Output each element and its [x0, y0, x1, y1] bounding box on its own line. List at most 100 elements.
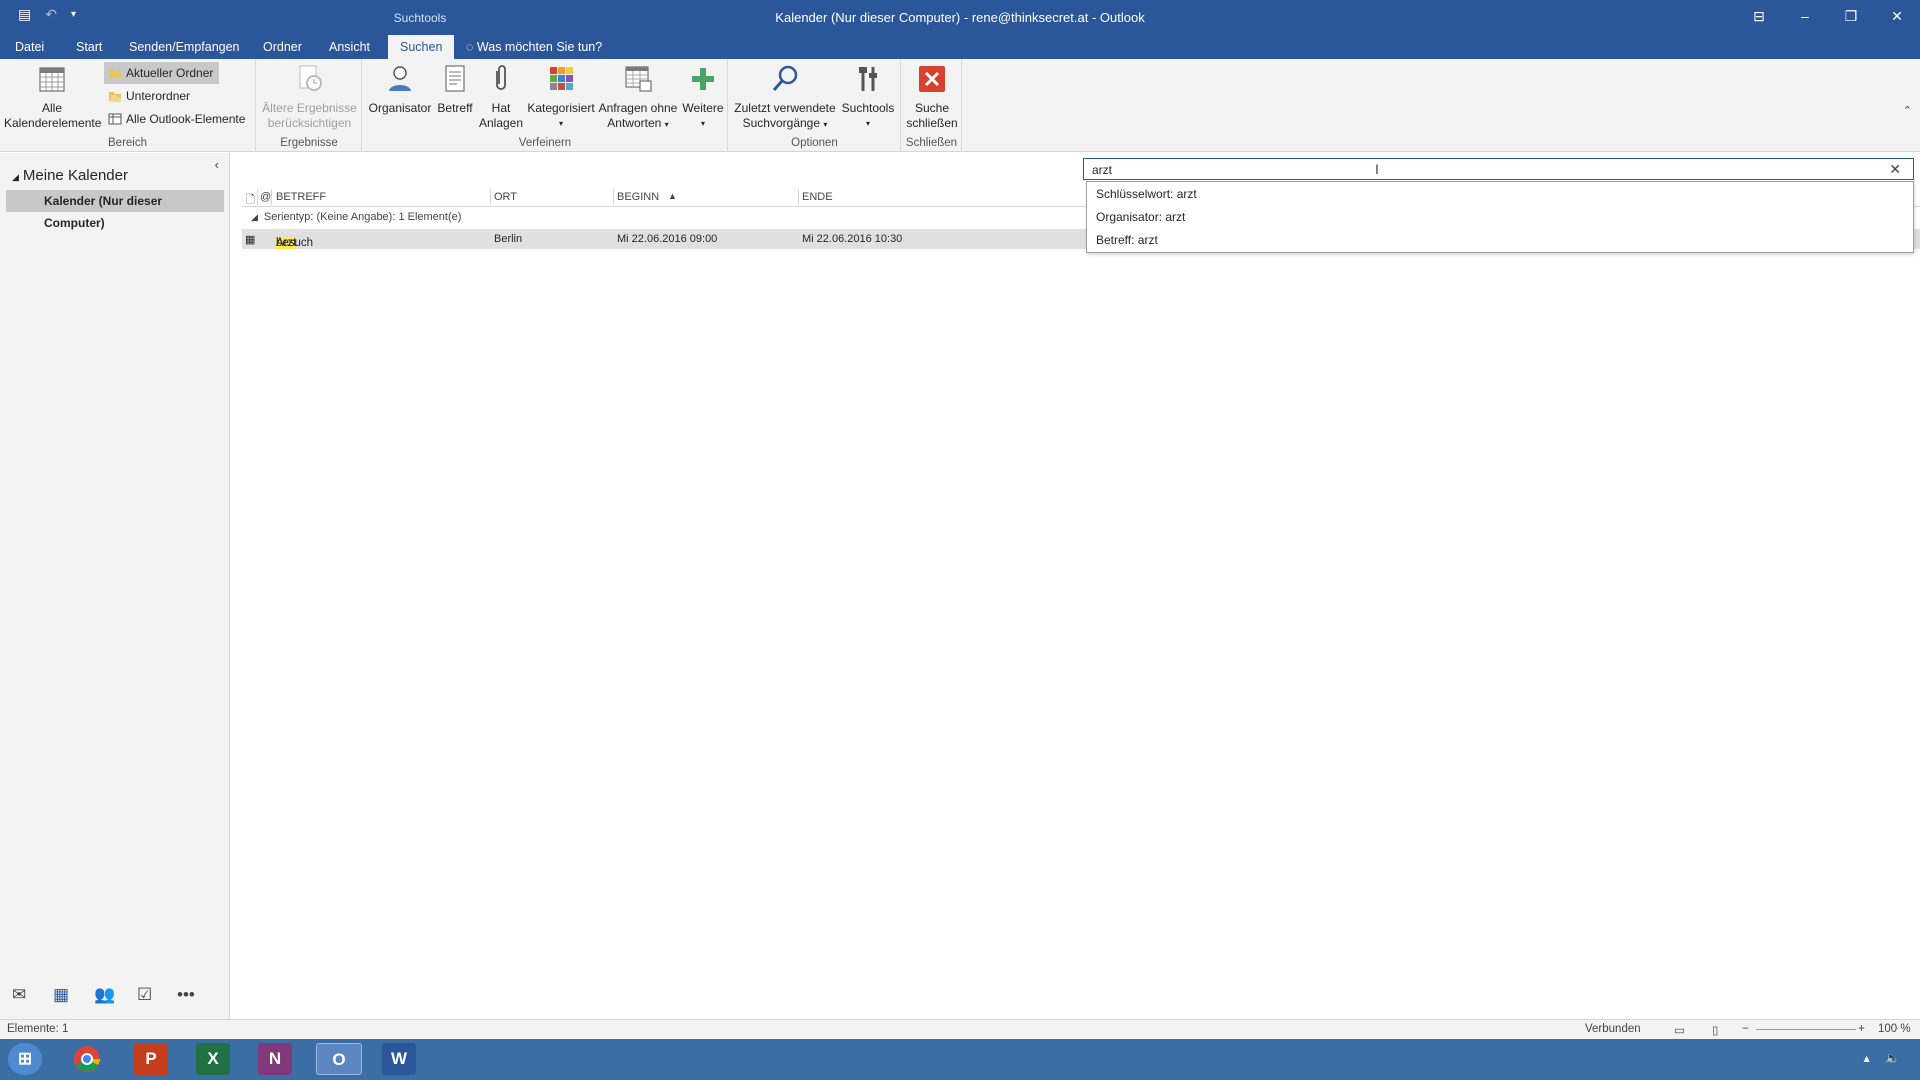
ribbon: Alle Kalenderelemente Aktueller Ordner U…: [0, 59, 1920, 152]
older-results-button[interactable]: Ältere Ergebnisse berücksichtigen: [259, 63, 360, 131]
more-apps-icon[interactable]: •••: [177, 985, 195, 1005]
unanswered-requests-button[interactable]: Anfragen ohne Antworten ▾: [596, 63, 680, 132]
column-location[interactable]: ORT: [494, 191, 517, 203]
tab-suchen[interactable]: Suchen: [388, 35, 455, 59]
has-attachments-button[interactable]: Hat Anlagen: [476, 63, 526, 131]
subfolders-button[interactable]: Unterordner: [104, 85, 196, 107]
chevron-down-icon: ▾: [558, 119, 563, 128]
group-header-row[interactable]: ◢ Serientyp: (Keine Angabe): 1 Element(e): [251, 211, 461, 223]
folder-item-calendar[interactable]: Kalender (Nur dieser Computer): [6, 190, 224, 230]
calendar-icon[interactable]: ▦: [53, 985, 69, 1005]
tasks-icon[interactable]: ☑: [137, 985, 152, 1005]
normal-view-icon[interactable]: ▭: [1674, 1023, 1685, 1037]
recent-searches-label: Zuletzt verwendete Suchvorgänge: [734, 101, 836, 130]
my-calendars-header[interactable]: ◢ Meine Kalender: [12, 167, 128, 184]
group-schliessen: Suche schließen Schließen: [902, 59, 962, 152]
mail-icon[interactable]: ✉: [12, 985, 26, 1005]
attachment-column-icon[interactable]: @: [260, 191, 271, 203]
search-suggestions-dropdown: Schlüsselwort: arzt Organisator: arzt Be…: [1086, 181, 1914, 253]
restore-button[interactable]: ❐: [1828, 0, 1874, 32]
tray-expand-icon[interactable]: ▴: [1864, 1051, 1870, 1065]
suggestion-keyword[interactable]: Schlüsselwort: arzt: [1096, 187, 1197, 201]
older-results-label: Ältere Ergebnisse berücksichtigen: [262, 101, 357, 130]
subject-button[interactable]: Betreff: [434, 63, 476, 116]
subfolders-label: Unterordner: [126, 89, 191, 103]
tools-icon: [859, 67, 877, 91]
column-start[interactable]: BEGINN: [617, 191, 659, 203]
organizer-button[interactable]: Organisator: [366, 63, 434, 116]
navigation-bar: ✉ ▦ 👥 ☑ •••: [0, 975, 230, 1019]
folder-pane: ‹ ◢ Meine Kalender Kalender (Nur dieser C…: [0, 153, 230, 1019]
tab-start[interactable]: Start: [64, 35, 114, 59]
column-subject[interactable]: BETREFF: [276, 191, 326, 203]
meeting-request-icon: [625, 66, 652, 92]
outlook-taskbar-icon[interactable]: O: [316, 1043, 362, 1075]
close-window-button[interactable]: ✕: [1874, 0, 1920, 32]
row-end: Mi 22.06.2016 10:30: [802, 233, 903, 245]
zoom-level[interactable]: 100 %: [1878, 1023, 1911, 1035]
categorized-button[interactable]: Kategorisiert ▾: [526, 63, 596, 131]
chevron-down-icon: ▾: [700, 119, 705, 128]
people-icon[interactable]: 👥: [94, 985, 115, 1005]
window-title: Kalender (Nur dieser Computer) - rene@th…: [775, 10, 1145, 25]
more-button[interactable]: Weitere ▾: [681, 63, 725, 131]
text-cursor-icon: I: [1375, 161, 1379, 177]
subject-label: Betreff: [437, 101, 473, 115]
start-button[interactable]: ⊞: [8, 1043, 42, 1075]
zoom-in-icon[interactable]: +: [1858, 1023, 1865, 1035]
close-search-button[interactable]: Suche schließen: [904, 63, 960, 131]
more-label: Weitere: [682, 101, 724, 115]
tab-senden-empfangen[interactable]: Senden/Empfangen: [117, 35, 252, 59]
categories-icon: [550, 67, 573, 90]
ribbon-display-options-icon[interactable]: ⊟: [1736, 0, 1782, 32]
search-input-value: arzt: [1092, 163, 1113, 177]
collapse-folder-pane-icon[interactable]: ‹: [215, 157, 219, 172]
all-calendar-items-button[interactable]: Alle Kalenderelemente: [4, 63, 101, 131]
zoom-out-icon[interactable]: −: [1742, 1023, 1749, 1035]
close-search-label: Suche schließen: [906, 101, 958, 130]
clear-search-icon[interactable]: ✕: [1889, 161, 1901, 178]
tab-ordner[interactable]: Ordner: [251, 35, 314, 59]
search-input[interactable]: arzt I ✕: [1083, 158, 1914, 180]
ribbon-tab-bar: Datei Start Senden/Empfangen Ordner Ansi…: [0, 35, 1920, 59]
recent-searches-button[interactable]: Zuletzt verwendete Suchvorgänge ▾: [733, 63, 837, 132]
lightbulb-icon: ◌: [466, 40, 474, 54]
zoom-slider[interactable]: [1756, 1029, 1856, 1030]
appointment-icon: ▦: [245, 234, 256, 246]
folder-icon: [109, 69, 121, 78]
group-verfeinern: Organisator Betreff Hat Anlagen Kategori…: [363, 59, 728, 152]
reading-view-icon[interactable]: ▯: [1712, 1023, 1718, 1037]
group-bereich: Alle Kalenderelemente Aktueller Ordner U…: [0, 59, 256, 152]
all-items-icon: [108, 113, 122, 125]
item-type-column-icon[interactable]: 🗋: [246, 191, 255, 210]
group-optionen-label: Optionen: [791, 137, 838, 149]
all-outlook-items-label: Alle Outlook-Elemente: [126, 112, 246, 126]
group-header-label: Serientyp: (Keine Angabe): 1 Element(e): [263, 211, 462, 223]
tell-me-box[interactable]: ◌ Was möchten Sie tun?: [466, 35, 602, 59]
group-collapse-icon[interactable]: ◢: [251, 212, 258, 222]
suggestion-organizer[interactable]: Organisator: arzt: [1096, 210, 1185, 224]
all-outlook-items-button[interactable]: Alle Outlook-Elemente: [104, 108, 251, 130]
window-controls: ⊟ – ❐ ✕: [1736, 0, 1920, 32]
chrome-icon[interactable]: [70, 1043, 104, 1075]
powerpoint-icon[interactable]: P: [134, 1043, 168, 1075]
collapse-ribbon-icon[interactable]: ⌃: [1903, 104, 1912, 117]
tab-datei[interactable]: Datei: [3, 35, 56, 59]
word-icon[interactable]: W: [382, 1043, 416, 1075]
categorized-label: Kategorisiert: [527, 101, 595, 115]
column-end[interactable]: ENDE: [802, 191, 833, 203]
chevron-down-icon: ▾: [823, 120, 828, 129]
chevron-down-icon: ▾: [865, 119, 870, 128]
row-location: Berlin: [494, 233, 523, 245]
minimize-button[interactable]: –: [1782, 0, 1828, 32]
search-tools-label: Suchtools: [841, 101, 895, 115]
tab-ansicht[interactable]: Ansicht: [317, 35, 382, 59]
title-bar: ▤ ↶ ▾ Suchtools Kalender (Nur dieser Com…: [0, 0, 1920, 35]
search-tools-button[interactable]: Suchtools ▾: [837, 63, 899, 131]
onenote-icon[interactable]: N: [258, 1043, 292, 1075]
volume-icon[interactable]: 🔈: [1885, 1051, 1900, 1065]
current-folder-button[interactable]: Aktueller Ordner: [104, 62, 220, 84]
subfolders-icon: [109, 92, 121, 102]
excel-icon[interactable]: X: [196, 1043, 230, 1075]
suggestion-subject[interactable]: Betreff: arzt: [1096, 233, 1158, 247]
